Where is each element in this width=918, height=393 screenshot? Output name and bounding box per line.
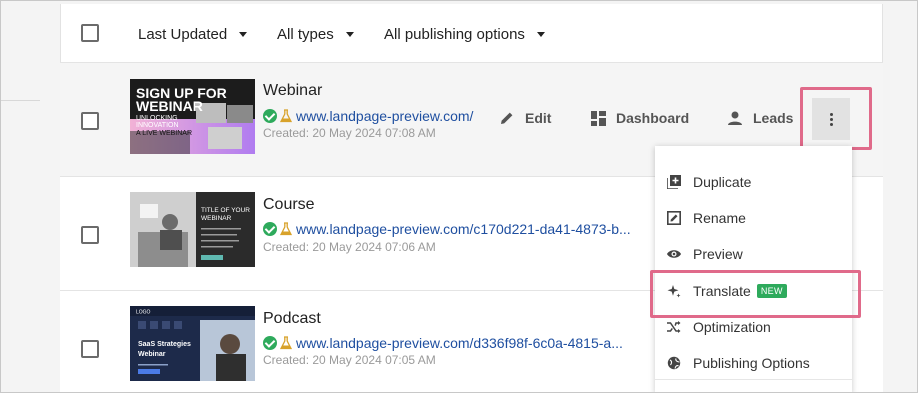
svg-text:WEBINAR: WEBINAR [201, 215, 232, 222]
type-filter-label: All types [277, 26, 334, 43]
page-thumbnail[interactable]: LOGO SaaS Strategies Webinar [130, 306, 255, 381]
menu-item-label: Duplicate [693, 174, 752, 190]
flask-icon [280, 222, 292, 236]
publishing-filter-dropdown[interactable]: All publishing options [384, 26, 545, 43]
sort-dropdown[interactable]: Last Updated [138, 26, 248, 43]
svg-text:SaaS Strategies: SaaS Strategies [138, 341, 191, 348]
caret-down-icon [345, 32, 354, 37]
row-checkbox[interactable] [81, 226, 99, 244]
dashboard-button[interactable]: Dashboard [591, 110, 689, 126]
dashboard-button-label: Dashboard [616, 110, 690, 126]
created-date: Created: 20 May 2024 07:05 AM [263, 353, 436, 367]
menu-divider [655, 379, 852, 380]
svg-text:A LIVE WEBINAR: A LIVE WEBINAR [136, 130, 192, 137]
svg-text:TITLE OF YOUR: TITLE OF YOUR [201, 207, 250, 214]
eye-icon [667, 250, 681, 258]
row-checkbox[interactable] [81, 112, 99, 130]
page-thumbnail[interactable]: SIGN UP FOR WEBINAR UNLOCKING INNOVATION… [130, 79, 255, 154]
menu-item-duplicate[interactable]: Duplicate [667, 174, 751, 190]
rename-icon [667, 211, 681, 225]
published-check-icon [263, 222, 277, 236]
globe-icon [667, 356, 681, 370]
page-url-text: www.landpage-preview.com/d336f98f-6c0a-4… [296, 335, 623, 351]
flask-icon [280, 109, 292, 123]
page-title[interactable]: Webinar [263, 82, 322, 100]
page-url-link[interactable]: www.landpage-preview.com/c170d221-da41-4… [263, 221, 631, 237]
leads-button-label: Leads [753, 110, 794, 126]
published-check-icon [263, 109, 277, 123]
menu-item-rename[interactable]: Rename [667, 210, 746, 226]
svg-text:UNLOCKING: UNLOCKING [136, 115, 178, 122]
caret-down-icon [536, 32, 545, 37]
menu-item-preview[interactable]: Preview [667, 246, 743, 262]
shuffle-icon [667, 321, 681, 333]
left-divider [0, 100, 40, 101]
caret-down-icon [239, 32, 248, 37]
page-title[interactable]: Course [263, 196, 315, 214]
created-date: Created: 20 May 2024 07:06 AM [263, 240, 436, 254]
type-filter-dropdown[interactable]: All types [277, 26, 354, 43]
created-date: Created: 20 May 2024 07:08 AM [263, 126, 436, 140]
edit-button-label: Edit [525, 110, 552, 126]
sort-dropdown-label: Last Updated [138, 26, 228, 43]
duplicate-icon [667, 175, 681, 189]
menu-item-label: Preview [693, 246, 743, 262]
leads-button[interactable]: Leads [727, 110, 793, 126]
dashboard-icon [591, 110, 606, 126]
svg-text:Webinar: Webinar [138, 351, 166, 358]
publishing-filter-label: All publishing options [384, 26, 525, 43]
svg-text:WEBINAR: WEBINAR [136, 98, 203, 114]
page-url-link[interactable]: www.landpage-preview.com/d336f98f-6c0a-4… [263, 335, 623, 351]
person-icon [728, 111, 742, 125]
page-thumbnail[interactable]: TITLE OF YOUR WEBINAR [130, 192, 255, 267]
row-checkbox[interactable] [81, 340, 99, 358]
pencil-icon [501, 112, 513, 124]
menu-item-publishing-options[interactable]: Publishing Options [667, 355, 810, 371]
svg-text:INNOVATION: INNOVATION [136, 122, 179, 129]
page-url-text: www.landpage-preview.com/ [296, 108, 474, 124]
svg-text:LOGO: LOGO [136, 310, 151, 316]
select-all-checkbox[interactable] [81, 24, 99, 42]
published-check-icon [263, 336, 277, 350]
menu-item-optimization[interactable]: Optimization [667, 319, 771, 335]
page-url-link[interactable]: www.landpage-preview.com/ [263, 108, 473, 124]
menu-item-label: Optimization [693, 319, 771, 335]
menu-item-label: Rename [693, 210, 746, 226]
translate-highlight-box [650, 270, 861, 318]
menu-item-label: Publishing Options [693, 355, 810, 371]
page-title[interactable]: Podcast [263, 310, 321, 328]
page-url-text: www.landpage-preview.com/c170d221-da41-4… [296, 221, 631, 237]
kebab-highlight-box [800, 87, 872, 150]
edit-button[interactable]: Edit [499, 110, 551, 126]
flask-icon [280, 336, 292, 350]
